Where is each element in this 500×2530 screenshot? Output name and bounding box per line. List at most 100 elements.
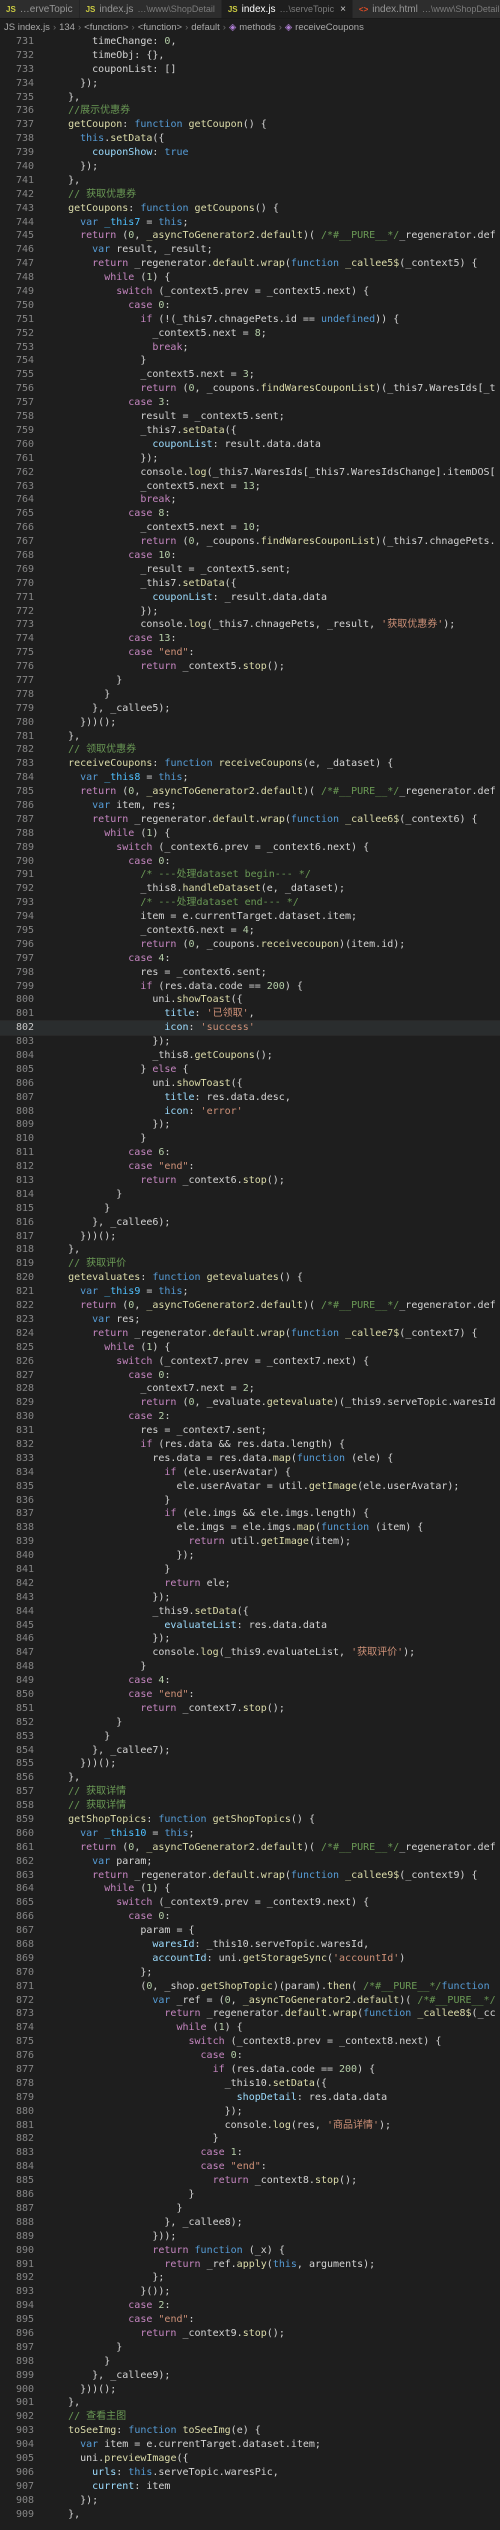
code-line[interactable]: 804 _this8.getCoupons(); (0, 1049, 500, 1063)
code-line[interactable]: 868 waresId: _this10.serveTopic.waresId, (0, 1938, 500, 1952)
code-line[interactable]: 872 var _ref = (0, _asyncToGenerator2.de… (0, 1994, 500, 2008)
code-line[interactable]: 806 uni.showToast({ (0, 1077, 500, 1091)
code-line[interactable]: 889 })); (0, 2230, 500, 2244)
code-line[interactable]: 813 return _context6.stop(); (0, 1174, 500, 1188)
code-line[interactable]: 899 }, _callee9); (0, 2369, 500, 2383)
code-line[interactable]: 859 getShopTopics: function getShopTopic… (0, 1813, 500, 1827)
code-line[interactable]: 805 } else { (0, 1063, 500, 1077)
tab-1[interactable]: JS index.js …\www\ShopDetail (79, 0, 222, 18)
code-line[interactable]: 779 }, _callee5); (0, 702, 500, 716)
code-line[interactable]: 761 }); (0, 452, 500, 466)
code-line[interactable]: 908 }); (0, 2494, 500, 2508)
code-line[interactable]: 853 } (0, 1730, 500, 1744)
code-line[interactable]: 838 ele.imgs = ele.imgs.map(function (it… (0, 1521, 500, 1535)
code-line[interactable]: 862 var param; (0, 1855, 500, 1869)
code-line[interactable]: 742 // 获取优惠券 (0, 188, 500, 202)
code-line[interactable]: 858 // 获取详情 (0, 1799, 500, 1813)
code-line[interactable]: 852 } (0, 1716, 500, 1730)
code-line[interactable]: 839 return util.getImage(item); (0, 1535, 500, 1549)
code-line[interactable]: 741 }, (0, 174, 500, 188)
tab-0[interactable]: JS …erveTopic (0, 0, 80, 18)
code-line[interactable]: 905 uni.previewImage({ (0, 2452, 500, 2466)
code-line[interactable]: 898 } (0, 2355, 500, 2369)
code-line[interactable]: 782 // 领取优惠券 (0, 743, 500, 757)
code-line[interactable]: 827 case 0: (0, 1369, 500, 1383)
code-line[interactable]: 798 res = _context6.sent; (0, 966, 500, 980)
code-line[interactable]: 799 if (res.data.code == 200) { (0, 980, 500, 994)
close-icon[interactable]: × (340, 4, 346, 15)
code-line[interactable]: 849 case 4: (0, 1674, 500, 1688)
code-line[interactable]: 871 (0, _shop.getShopTopic)(param).then(… (0, 1980, 500, 1994)
code-line[interactable]: 820 getevaluates: function getevaluates(… (0, 1271, 500, 1285)
code-line[interactable]: 808 icon: 'error' (0, 1105, 500, 1119)
code-line[interactable]: 886 } (0, 2188, 500, 2202)
code-line[interactable]: 738 this.setData({ (0, 132, 500, 146)
code-line[interactable]: 815 } (0, 1202, 500, 1216)
breadcrumb-item[interactable]: receiveCoupons (295, 22, 364, 33)
code-line[interactable]: 752 _context5.next = 8; (0, 327, 500, 341)
code-line[interactable]: 846 }); (0, 1632, 500, 1646)
code-line[interactable]: 878 _this10.setData({ (0, 2077, 500, 2091)
code-line[interactable]: 904 var item = e.currentTarget.dataset.i… (0, 2438, 500, 2452)
code-line[interactable]: 851 return _context7.stop(); (0, 1702, 500, 1716)
code-line[interactable]: 837 if (ele.imgs && ele.imgs.length) { (0, 1507, 500, 1521)
code-line[interactable]: 750 case 0: (0, 299, 500, 313)
code-line[interactable]: 790 case 0: (0, 855, 500, 869)
code-line[interactable]: 854 }, _callee7); (0, 1744, 500, 1758)
code-line[interactable]: 800 uni.showToast({ (0, 993, 500, 1007)
code-line[interactable]: 756 return (0, _coupons.findWaresCouponL… (0, 382, 500, 396)
code-line[interactable]: 755 _context5.next = 3; (0, 368, 500, 382)
code-line[interactable]: 850 case "end": (0, 1688, 500, 1702)
code-line[interactable]: 733 couponList: [] (0, 63, 500, 77)
code-line[interactable]: 847 console.log(_this9.evaluateList, '获取… (0, 1646, 500, 1660)
code-line[interactable]: 785 return (0, _asyncToGenerator2.defaul… (0, 785, 500, 799)
code-line[interactable]: 866 case 0: (0, 1910, 500, 1924)
code-line[interactable]: 797 case 4: (0, 952, 500, 966)
code-line[interactable]: 834 if (ele.userAvatar) { (0, 1466, 500, 1480)
code-line[interactable]: 757 case 3: (0, 396, 500, 410)
code-line[interactable]: 873 return _regenerator.default.wrap(fun… (0, 2007, 500, 2021)
code-line[interactable]: 788 while (1) { (0, 827, 500, 841)
code-line[interactable]: 860 var _this10 = this; (0, 1827, 500, 1841)
code-line[interactable]: 775 case "end": (0, 646, 500, 660)
code-line[interactable]: 780 }))(); (0, 716, 500, 730)
code-line[interactable]: 856 }, (0, 1771, 500, 1785)
code-line[interactable]: 759 _this7.setData({ (0, 424, 500, 438)
code-line[interactable]: 829 return (0, _evaluate.getevaluate)(_t… (0, 1396, 500, 1410)
code-line[interactable]: 777 } (0, 674, 500, 688)
code-line[interactable]: 781 }, (0, 730, 500, 744)
code-line[interactable]: 786 var item, res; (0, 799, 500, 813)
breadcrumb-item[interactable]: default (191, 22, 220, 33)
code-line[interactable]: 882 } (0, 2132, 500, 2146)
code-line[interactable]: 831 res = _context7.sent; (0, 1424, 500, 1438)
breadcrumb-item[interactable]: 134 (59, 22, 75, 33)
code-line[interactable]: 758 result = _context5.sent; (0, 410, 500, 424)
code-line[interactable]: 803 }); (0, 1035, 500, 1049)
code-line[interactable]: 861 return (0, _asyncToGenerator2.defaul… (0, 1841, 500, 1855)
code-line[interactable]: 735 }, (0, 91, 500, 105)
code-line[interactable]: 751 if (!(_this7.chnagePets.id == undefi… (0, 313, 500, 327)
code-line[interactable]: 888 }, _callee8); (0, 2216, 500, 2230)
code-line[interactable]: 739 couponShow: true (0, 146, 500, 160)
code-line[interactable]: 749 switch (_context5.prev = _context5.n… (0, 285, 500, 299)
code-line[interactable]: 817 }))(); (0, 1230, 500, 1244)
code-line[interactable]: 909 }, (0, 2508, 500, 2522)
tab-3[interactable]: <> index.html …\www\ShopDetail (352, 0, 500, 18)
code-line[interactable]: 765 case 8: (0, 507, 500, 521)
code-line[interactable]: 783 receiveCoupons: function receiveCoup… (0, 757, 500, 771)
code-line[interactable]: 901 }, (0, 2396, 500, 2410)
code-line[interactable]: 885 return _context8.stop(); (0, 2174, 500, 2188)
code-line[interactable]: 883 case 1: (0, 2146, 500, 2160)
code-line[interactable]: 763 _context5.next = 13; (0, 480, 500, 494)
code-line[interactable]: 825 while (1) { (0, 1341, 500, 1355)
code-line[interactable]: 879 shopDetail: res.data.data (0, 2091, 500, 2105)
code-line[interactable]: 767 return (0, _coupons.findWaresCouponL… (0, 535, 500, 549)
code-line[interactable]: 897 } (0, 2341, 500, 2355)
code-line[interactable]: 907 current: item (0, 2480, 500, 2494)
code-line[interactable]: 895 case "end": (0, 2313, 500, 2327)
code-line[interactable]: 789 switch (_context6.prev = _context6.n… (0, 841, 500, 855)
code-line[interactable]: 764 break; (0, 493, 500, 507)
code-line[interactable]: 881 console.log(res, '商品详情'); (0, 2119, 500, 2133)
code-line[interactable]: 796 return (0, _coupons.receivecoupon)(i… (0, 938, 500, 952)
code-line[interactable]: 819 // 获取评价 (0, 1257, 500, 1271)
